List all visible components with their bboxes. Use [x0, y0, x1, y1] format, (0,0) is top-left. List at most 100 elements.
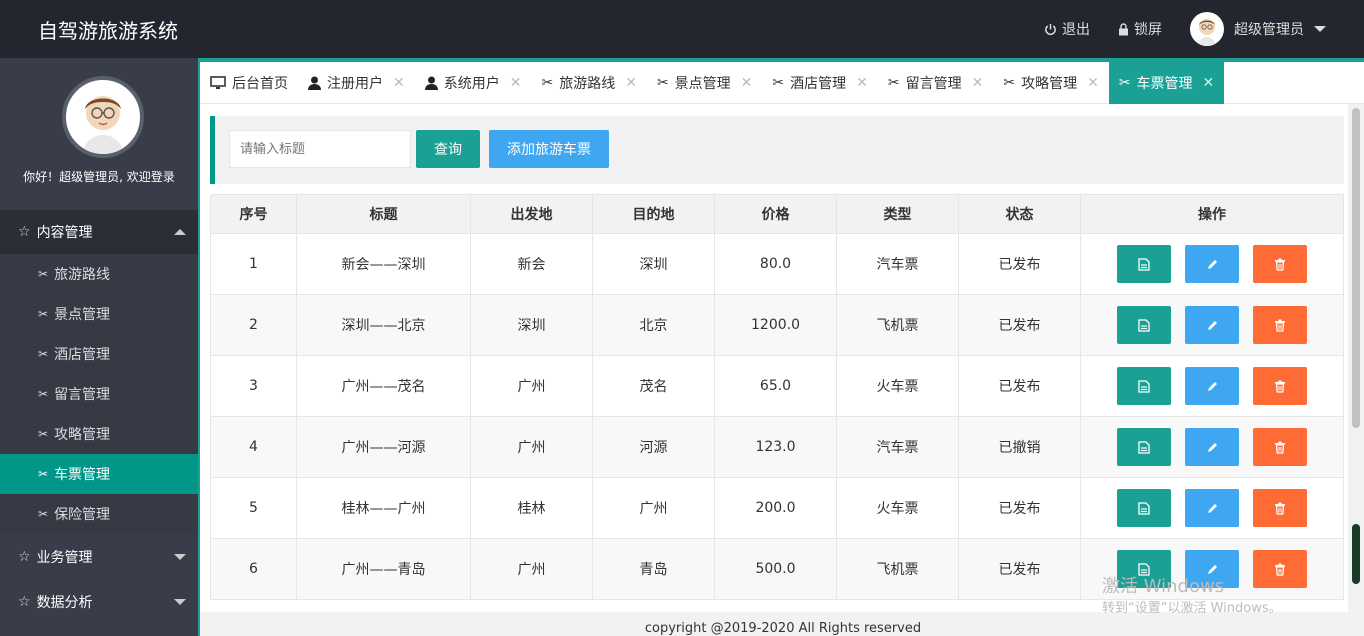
delete-button[interactable] — [1253, 306, 1307, 344]
cell-actions — [1080, 416, 1344, 478]
header-actions: 退出 锁屏 超级管理员 — [1044, 0, 1364, 58]
tab-attractions[interactable]: ✂ 景点管理 ✕ — [647, 62, 762, 104]
user-icon — [424, 75, 438, 91]
content-panel: 查询 添加旅游车票 序号 标题 出发地 目的地 价格 类型 状态 操作 1新会—… — [200, 104, 1350, 612]
tab-tickets[interactable]: ✂ 车票管理 ✕ — [1108, 62, 1225, 104]
cell-destination: 青岛 — [592, 538, 715, 600]
tab-routes[interactable]: ✂ 旅游路线 ✕ — [531, 62, 646, 104]
tab-guides[interactable]: ✂ 攻略管理 ✕ — [993, 62, 1108, 104]
tab-label: 后台首页 — [232, 76, 288, 92]
trash-icon — [1275, 319, 1285, 332]
tools-icon: ✂ — [38, 467, 49, 481]
cell-type: 汽车票 — [836, 416, 959, 478]
cell-index: 1 — [210, 233, 297, 295]
tab-home[interactable]: 后台首页 — [200, 62, 298, 104]
view-button[interactable] — [1117, 245, 1171, 283]
view-button[interactable] — [1117, 306, 1171, 344]
cell-destination: 广州 — [592, 477, 715, 539]
cell-title: 桂林——广州 — [296, 477, 471, 539]
cell-status: 已发布 — [958, 477, 1081, 539]
edit-button[interactable] — [1185, 245, 1239, 283]
sidebar-item-messages[interactable]: ✂ 留言管理 — [0, 374, 198, 414]
tab-label: 留言管理 — [905, 76, 962, 92]
tab-label: 酒店管理 — [790, 76, 847, 92]
delete-button[interactable] — [1253, 245, 1307, 283]
query-button[interactable]: 查询 — [416, 130, 480, 168]
table-row: 5 桂林——广州 桂林 广州 200.0 火车票 已发布 — [210, 477, 1344, 539]
nav-group-analytics[interactable]: ☆ 数据分析 — [0, 580, 198, 624]
delete-button[interactable] — [1253, 489, 1307, 527]
trash-icon — [1275, 441, 1285, 454]
logout-button[interactable]: 退出 — [1044, 19, 1090, 39]
top-header: 自驾游旅游系统 退出 锁屏 超级管理员 — [0, 0, 1364, 58]
sidebar-item-label: 留言管理 — [54, 387, 111, 403]
close-icon[interactable]: ✕ — [510, 75, 522, 91]
sidebar-item-label: 酒店管理 — [54, 347, 111, 363]
sidebar-item-guides[interactable]: ✂ 攻略管理 — [0, 414, 198, 454]
tools-icon: ✂ — [656, 75, 669, 91]
tools-icon: ✂ — [1003, 75, 1016, 91]
sidebar-item-routes[interactable]: ✂ 旅游路线 — [0, 254, 198, 294]
tab-messages[interactable]: ✂ 留言管理 ✕ — [878, 62, 993, 104]
pencil-icon — [1207, 259, 1217, 269]
view-button[interactable] — [1117, 428, 1171, 466]
view-button[interactable] — [1117, 367, 1171, 405]
close-icon[interactable]: ✕ — [625, 75, 637, 91]
col-header-destination: 目的地 — [592, 194, 715, 234]
trash-icon — [1275, 563, 1285, 576]
chevron-down-icon — [174, 554, 186, 560]
cell-actions — [1080, 355, 1344, 417]
sidebar-item-tickets[interactable]: ✂ 车票管理 — [0, 454, 198, 494]
user-menu[interactable]: 超级管理员 — [1190, 12, 1326, 46]
cell-index: 3 — [210, 355, 297, 417]
tab-label: 车票管理 — [1136, 76, 1193, 92]
tab-registered-users[interactable]: 注册用户 ✕ — [298, 62, 415, 104]
cell-price: 1200.0 — [714, 294, 837, 356]
cell-origin: 广州 — [470, 355, 593, 417]
delete-button[interactable] — [1253, 428, 1307, 466]
tools-icon: ✂ — [38, 387, 49, 401]
scrollbar-thumb[interactable] — [1352, 108, 1360, 428]
add-ticket-button[interactable]: 添加旅游车票 — [489, 130, 609, 168]
edit-button[interactable] — [1185, 306, 1239, 344]
view-button[interactable] — [1117, 489, 1171, 527]
sidebar-item-insurance[interactable]: ✂ 保险管理 — [0, 494, 198, 534]
tab-system-users[interactable]: 系统用户 ✕ — [415, 62, 532, 104]
close-icon[interactable]: ✕ — [393, 75, 405, 91]
cell-status: 已撤销 — [958, 416, 1081, 478]
cell-index: 2 — [210, 294, 297, 356]
edit-button[interactable] — [1185, 489, 1239, 527]
delete-button[interactable] — [1253, 367, 1307, 405]
close-icon[interactable]: ✕ — [1087, 75, 1099, 91]
sidebar-item-hotels[interactable]: ✂ 酒店管理 — [0, 334, 198, 374]
tools-icon: ✂ — [38, 307, 49, 321]
close-icon[interactable]: ✕ — [741, 75, 753, 91]
sidebar-item-attractions[interactable]: ✂ 景点管理 — [0, 294, 198, 334]
lock-screen-button[interactable]: 锁屏 — [1118, 19, 1162, 39]
close-icon[interactable]: ✕ — [972, 75, 984, 91]
power-icon — [1044, 22, 1057, 37]
cell-index: 4 — [210, 416, 297, 478]
pencil-icon — [1207, 381, 1217, 391]
document-icon — [1138, 318, 1150, 332]
nav-group-business[interactable]: ☆ 业务管理 — [0, 535, 198, 579]
tab-hotels[interactable]: ✂ 酒店管理 ✕ — [762, 62, 877, 104]
cell-status: 已发布 — [958, 355, 1081, 417]
edit-button[interactable] — [1185, 428, 1239, 466]
row-actions — [1081, 428, 1343, 466]
sidebar: 你好！超级管理员, 欢迎登录 ☆ 内容管理 ✂ 旅游路线 ✂ 景点管理 ✂ 酒店… — [0, 58, 198, 636]
cell-price: 65.0 — [714, 355, 837, 417]
document-icon — [1138, 257, 1150, 271]
cell-title: 新会——深圳 — [296, 233, 471, 295]
user-icon — [308, 75, 321, 91]
search-input[interactable] — [229, 130, 411, 168]
edit-button[interactable] — [1185, 367, 1239, 405]
cell-origin: 新会 — [470, 233, 593, 295]
logout-label: 退出 — [1062, 22, 1090, 38]
nav-group-content[interactable]: ☆ 内容管理 — [0, 210, 198, 254]
scrollbar-marker — [1352, 524, 1360, 584]
close-icon[interactable]: ✕ — [856, 75, 868, 91]
scrollbar[interactable] — [1348, 104, 1364, 612]
sub-menu: ✂ 旅游路线 ✂ 景点管理 ✂ 酒店管理 ✂ 留言管理 ✂ 攻略管理 ✂ 车票管… — [0, 254, 198, 534]
close-icon[interactable]: ✕ — [1203, 75, 1215, 91]
